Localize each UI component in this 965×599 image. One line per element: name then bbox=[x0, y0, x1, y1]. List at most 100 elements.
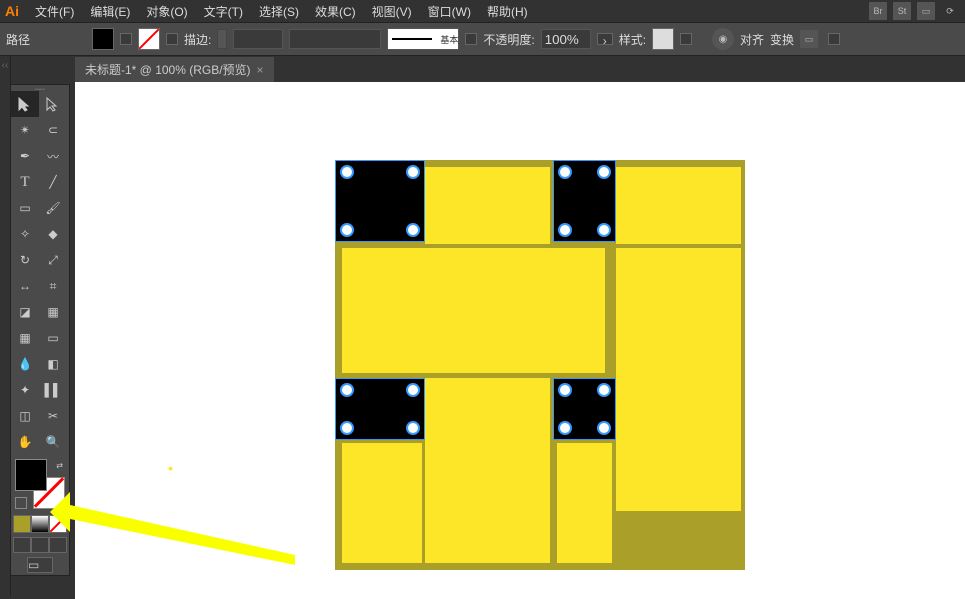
corner-handle[interactable] bbox=[406, 165, 420, 179]
sync-icon[interactable]: ⟳ bbox=[941, 2, 959, 20]
corner-handle[interactable] bbox=[340, 165, 354, 179]
isolate-button[interactable]: ▭ bbox=[800, 30, 818, 48]
zoom-tool[interactable]: 🔍 bbox=[39, 429, 67, 455]
slice-tool[interactable]: ✂ bbox=[39, 403, 67, 429]
gradient-tool[interactable]: ▭ bbox=[39, 325, 67, 351]
shape-builder-tool[interactable]: ◪ bbox=[11, 299, 39, 325]
default-fill-stroke-icon[interactable] bbox=[15, 497, 27, 509]
corner-handle[interactable] bbox=[406, 223, 420, 237]
rotate-tool[interactable]: ↻ bbox=[11, 247, 39, 273]
fill-color-box[interactable] bbox=[15, 459, 47, 491]
opacity-input[interactable] bbox=[541, 29, 591, 49]
transform-label[interactable]: 变换 bbox=[770, 31, 794, 48]
corner-handle[interactable] bbox=[406, 421, 420, 435]
lasso-tool[interactable]: ⊂ bbox=[39, 117, 67, 143]
corner-handle[interactable] bbox=[597, 383, 611, 397]
hand-tool[interactable]: ✋ bbox=[11, 429, 39, 455]
align-label[interactable]: 对齐 bbox=[740, 31, 764, 48]
symbol-tool[interactable]: ✦ bbox=[11, 377, 39, 403]
menu-type[interactable]: 文字(T) bbox=[196, 1, 251, 22]
yellow-tile[interactable] bbox=[616, 248, 741, 511]
direct-selection-tool[interactable] bbox=[39, 91, 67, 117]
yellow-tile[interactable] bbox=[342, 443, 422, 563]
scale-tool[interactable]: ⤢ bbox=[39, 247, 67, 273]
menu-object[interactable]: 对象(O) bbox=[138, 1, 195, 22]
menu-file[interactable]: 文件(F) bbox=[27, 1, 82, 22]
bridge-button[interactable]: Br bbox=[869, 2, 887, 20]
color-mode-none[interactable] bbox=[49, 515, 67, 533]
document-tab[interactable]: 未标题-1* @ 100% (RGB/预览) × bbox=[75, 57, 274, 82]
eraser-tool[interactable]: ◆ bbox=[39, 221, 67, 247]
corner-handle[interactable] bbox=[597, 223, 611, 237]
corner-handle[interactable] bbox=[558, 383, 572, 397]
corner-handle[interactable] bbox=[406, 383, 420, 397]
menu-effect[interactable]: 效果(C) bbox=[307, 1, 364, 22]
opacity-dropdown[interactable]: › bbox=[597, 33, 613, 45]
menu-view[interactable]: 视图(V) bbox=[364, 1, 420, 22]
fill-stroke-control[interactable]: ⇄ bbox=[15, 459, 65, 509]
color-mode-gradient[interactable] bbox=[31, 515, 49, 533]
pen-tool[interactable]: ✒ bbox=[11, 143, 39, 169]
panel-toggle-icon[interactable]: ‹‹ bbox=[0, 56, 10, 71]
rectangle-tool[interactable]: ▭ bbox=[11, 195, 39, 221]
fill-swatch[interactable] bbox=[92, 28, 114, 50]
stroke-swatch[interactable] bbox=[138, 28, 160, 50]
width-tool[interactable]: ↔ bbox=[11, 273, 39, 299]
graph-tool[interactable]: ▌▌ bbox=[39, 377, 67, 403]
menu-edit[interactable]: 编辑(E) bbox=[82, 1, 138, 22]
magic-wand-tool[interactable]: ✴ bbox=[11, 117, 39, 143]
free-transform-tool[interactable]: ⌗ bbox=[39, 273, 67, 299]
blend-tool[interactable]: ◧ bbox=[39, 351, 67, 377]
corner-handle[interactable] bbox=[340, 383, 354, 397]
perspective-tool[interactable]: ▦ bbox=[39, 299, 67, 325]
stock-button[interactable]: St bbox=[893, 2, 911, 20]
brush-dropdown[interactable]: 基本 bbox=[387, 28, 459, 50]
paintbrush-tool[interactable]: 🖌 bbox=[39, 195, 67, 221]
line-tool[interactable]: ╱ bbox=[39, 169, 67, 195]
stroke-profile-dropdown[interactable] bbox=[289, 29, 381, 49]
corner-handle[interactable] bbox=[558, 165, 572, 179]
selected-rect[interactable] bbox=[335, 378, 425, 440]
yellow-tile[interactable] bbox=[425, 378, 550, 563]
yellow-tile[interactable] bbox=[616, 167, 741, 244]
selected-rect[interactable] bbox=[553, 160, 616, 242]
corner-handle[interactable] bbox=[597, 421, 611, 435]
style-dropdown[interactable] bbox=[680, 33, 692, 45]
corner-handle[interactable] bbox=[558, 421, 572, 435]
corner-handle[interactable] bbox=[558, 223, 572, 237]
screen-mode-button[interactable]: ▭ bbox=[27, 557, 53, 573]
yellow-tile[interactable] bbox=[557, 443, 612, 563]
curvature-tool[interactable]: 〰 bbox=[39, 143, 67, 169]
recolor-button[interactable]: ◉ bbox=[712, 28, 734, 50]
artwork[interactable] bbox=[335, 160, 745, 570]
brush-dropdown-arrow[interactable] bbox=[465, 33, 477, 45]
menu-window[interactable]: 窗口(W) bbox=[420, 1, 479, 22]
fill-dropdown[interactable] bbox=[120, 33, 132, 45]
stroke-dropdown[interactable] bbox=[166, 33, 178, 45]
corner-handle[interactable] bbox=[340, 421, 354, 435]
options-more[interactable] bbox=[828, 33, 840, 45]
draw-inside[interactable] bbox=[49, 537, 67, 553]
yellow-tile[interactable] bbox=[342, 248, 605, 373]
swap-fill-stroke-icon[interactable]: ⇄ bbox=[56, 461, 63, 470]
draw-normal[interactable] bbox=[13, 537, 31, 553]
canvas[interactable]: • bbox=[75, 82, 965, 599]
menu-select[interactable]: 选择(S) bbox=[251, 1, 307, 22]
selected-rect[interactable] bbox=[335, 160, 425, 242]
color-mode-solid[interactable] bbox=[13, 515, 31, 533]
selection-tool[interactable] bbox=[11, 91, 39, 117]
tab-close-icon[interactable]: × bbox=[257, 63, 264, 77]
type-tool[interactable]: T bbox=[11, 169, 39, 195]
stroke-weight-input[interactable] bbox=[233, 29, 283, 49]
corner-handle[interactable] bbox=[340, 223, 354, 237]
selected-rect[interactable] bbox=[553, 378, 616, 440]
arrange-button[interactable]: ▭ bbox=[917, 2, 935, 20]
yellow-tile[interactable] bbox=[425, 167, 550, 244]
menu-help[interactable]: 帮助(H) bbox=[479, 1, 536, 22]
eyedropper-tool[interactable]: 💧 bbox=[11, 351, 39, 377]
artboard-tool[interactable]: ◫ bbox=[11, 403, 39, 429]
style-swatch[interactable] bbox=[652, 28, 674, 50]
draw-behind[interactable] bbox=[31, 537, 49, 553]
corner-handle[interactable] bbox=[597, 165, 611, 179]
shaper-tool[interactable]: ✧ bbox=[11, 221, 39, 247]
